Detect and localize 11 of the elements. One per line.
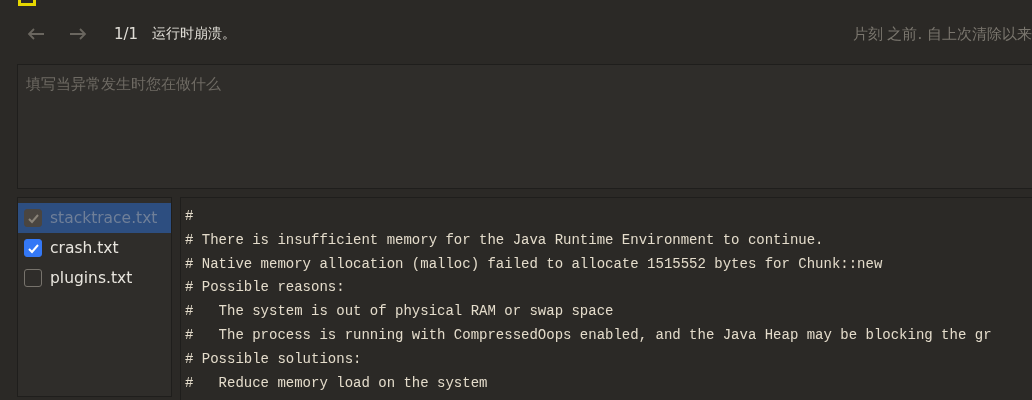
file-item[interactable]: plugins.txt [18, 263, 171, 293]
forward-arrow-icon[interactable] [68, 27, 88, 41]
page-counter: 1/1 [114, 25, 139, 43]
log-text: # # There is insufficient memory for the Java Runtime Environment to continue. # Native memory allocation (malloc) failed to allocate 1515552 bytes for Chunk::new # Possible reasons: # The system is out of physical RAM or swap space # The process is running with CompressedOops enabled, and the Java Heap may be blocking the gr # Possible solutions: # Reduce memory load on the system [180, 197, 1032, 400]
back-arrow-icon[interactable] [26, 27, 46, 41]
description-field[interactable]: 填写当异常发生时您在做什么 [18, 65, 1032, 188]
checkbox[interactable] [24, 239, 42, 257]
checkbox[interactable] [24, 269, 42, 287]
file-item[interactable]: crash.txt [18, 233, 171, 263]
error-title: 运行时崩溃。 [152, 25, 237, 43]
status-text: 片刻 之前. 自上次清除以来 [852, 24, 1032, 44]
